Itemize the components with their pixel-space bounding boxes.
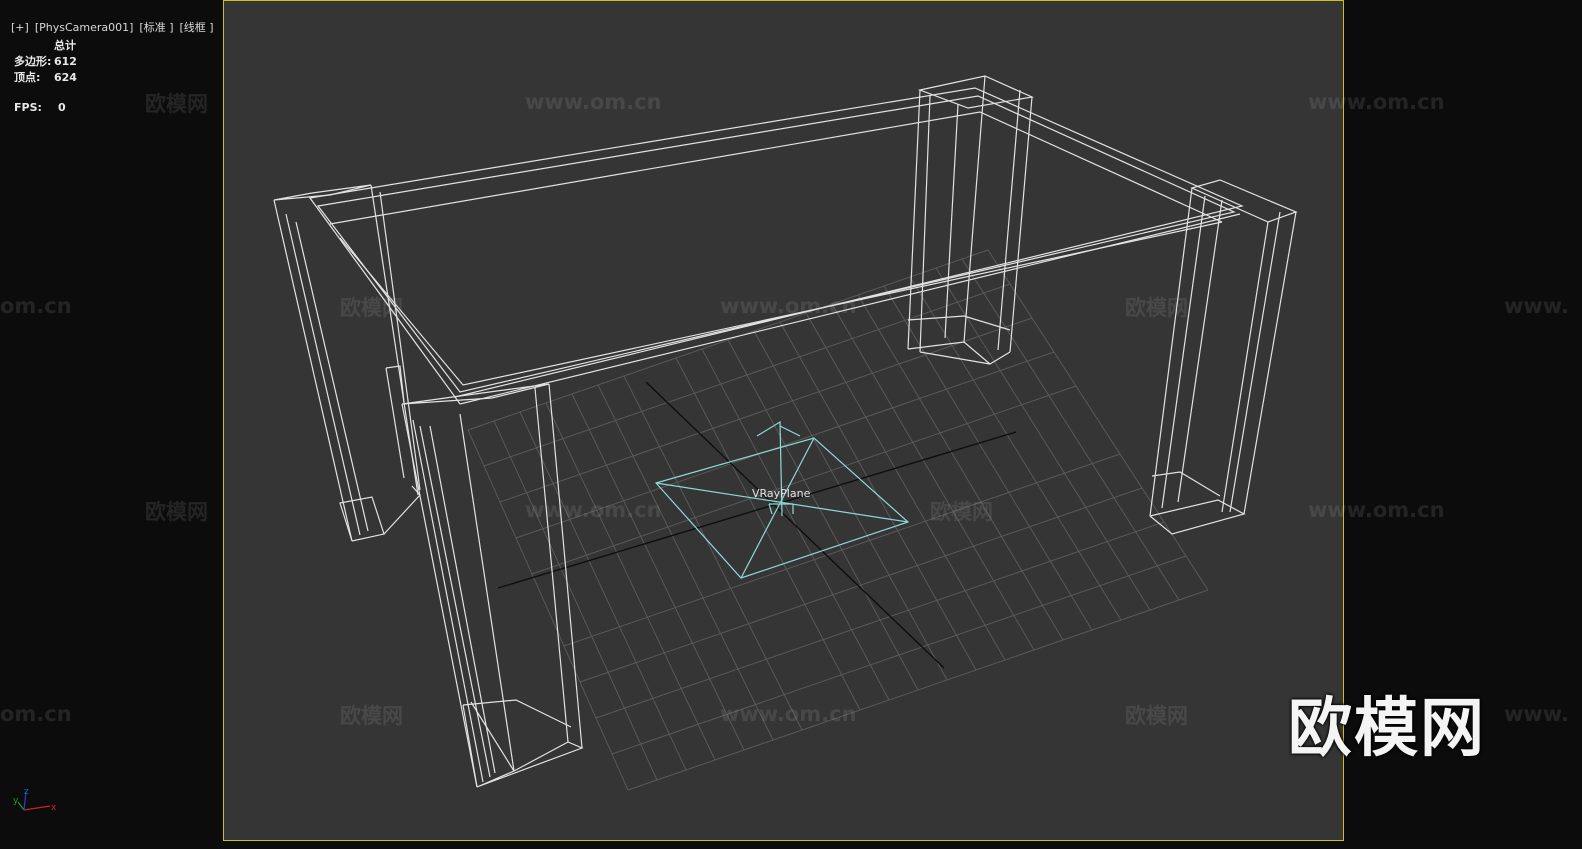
watermark-url-partial: www. — [1504, 702, 1569, 726]
vray-plane-label[interactable]: VRayPlane — [752, 487, 810, 500]
axis-gizmo: x y z — [13, 787, 57, 813]
watermark-cn: 欧模网 — [145, 92, 208, 116]
brand-logo: 欧模网 — [1288, 692, 1486, 766]
watermark-url-partial: om.cn — [0, 702, 72, 726]
watermark-cn: 欧模网 — [1125, 704, 1188, 728]
watermark-url: www.om.cn — [720, 294, 857, 318]
table-wireframe[interactable] — [273, 75, 1298, 788]
watermark-url: www.om.cn — [1308, 90, 1445, 114]
axis-y-label: y — [13, 796, 19, 806]
watermark-url: www.om.cn — [525, 90, 662, 114]
watermark-url-partial: www. — [1504, 294, 1569, 318]
watermark-url: www.om.cn — [720, 702, 857, 726]
watermark-url: www.om.cn — [1308, 498, 1445, 522]
axis-z-label: z — [24, 787, 29, 797]
watermark-cn: 欧模网 — [145, 500, 208, 524]
watermark-cn: 欧模网 — [930, 500, 993, 524]
watermark-url: www.om.cn — [525, 498, 662, 522]
watermark-cn: 欧模网 — [340, 296, 403, 320]
axis-x-label: x — [51, 803, 57, 813]
watermark-cn: 欧模网 — [340, 704, 403, 728]
watermark-cn: 欧模网 — [1125, 296, 1188, 320]
vray-plane-helper[interactable] — [654, 420, 910, 579]
watermark-url-partial: om.cn — [0, 294, 72, 318]
